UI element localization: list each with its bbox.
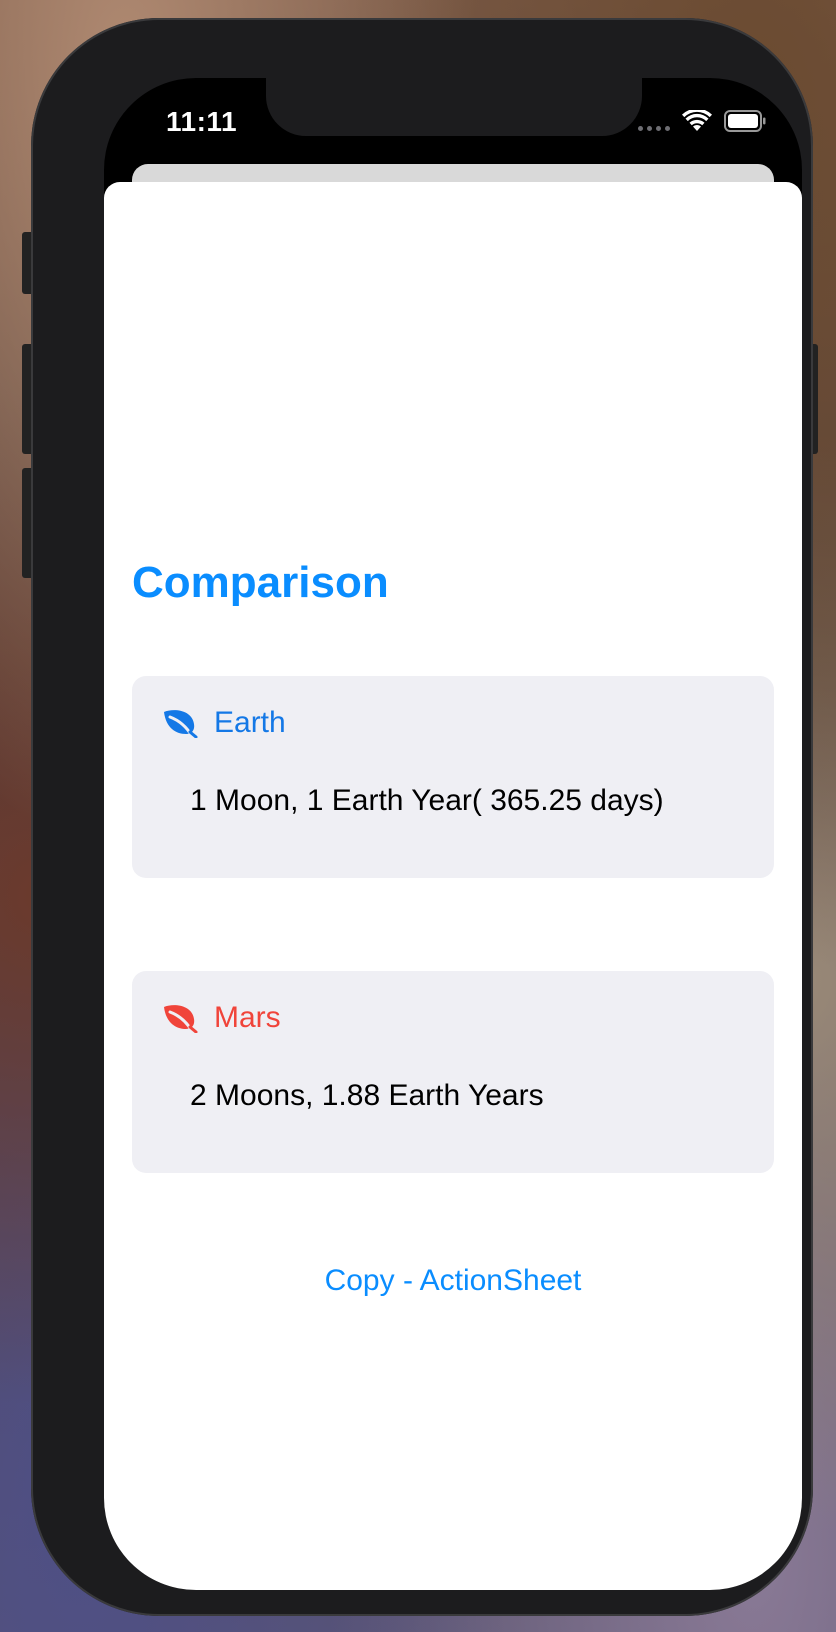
screen: 11:11 Comparison Earth 1 Moon, 1 Earth Y… xyxy=(104,78,802,1590)
status-icons xyxy=(638,110,766,132)
leaf-icon xyxy=(162,708,198,738)
page-title: Comparison xyxy=(132,558,389,607)
card-detail: 2 Moons, 1.88 Earth Years xyxy=(190,1079,544,1112)
notch xyxy=(266,78,642,136)
planet-card-mars: Mars 2 Moons, 1.88 Earth Years xyxy=(132,971,774,1173)
planet-card-earth: Earth 1 Moon, 1 Earth Year( 365.25 days) xyxy=(132,676,774,878)
card-detail: 1 Moon, 1 Earth Year( 365.25 days) xyxy=(190,784,664,817)
modal-sheet: Comparison Earth 1 Moon, 1 Earth Year( 3… xyxy=(104,182,802,1590)
battery-icon xyxy=(724,110,766,132)
copy-actionsheet-button[interactable]: Copy - ActionSheet xyxy=(104,1264,802,1298)
card-title: Mars xyxy=(214,1001,281,1034)
card-header: Earth xyxy=(162,706,286,740)
leaf-icon xyxy=(162,1003,198,1033)
status-time: 11:11 xyxy=(166,106,238,137)
wifi-icon xyxy=(682,110,712,132)
phone-frame: 11:11 Comparison Earth 1 Moon, 1 Earth Y… xyxy=(31,18,813,1616)
cellular-signal-icon xyxy=(638,111,670,131)
card-header: Mars xyxy=(162,1001,281,1035)
card-title: Earth xyxy=(214,706,286,739)
